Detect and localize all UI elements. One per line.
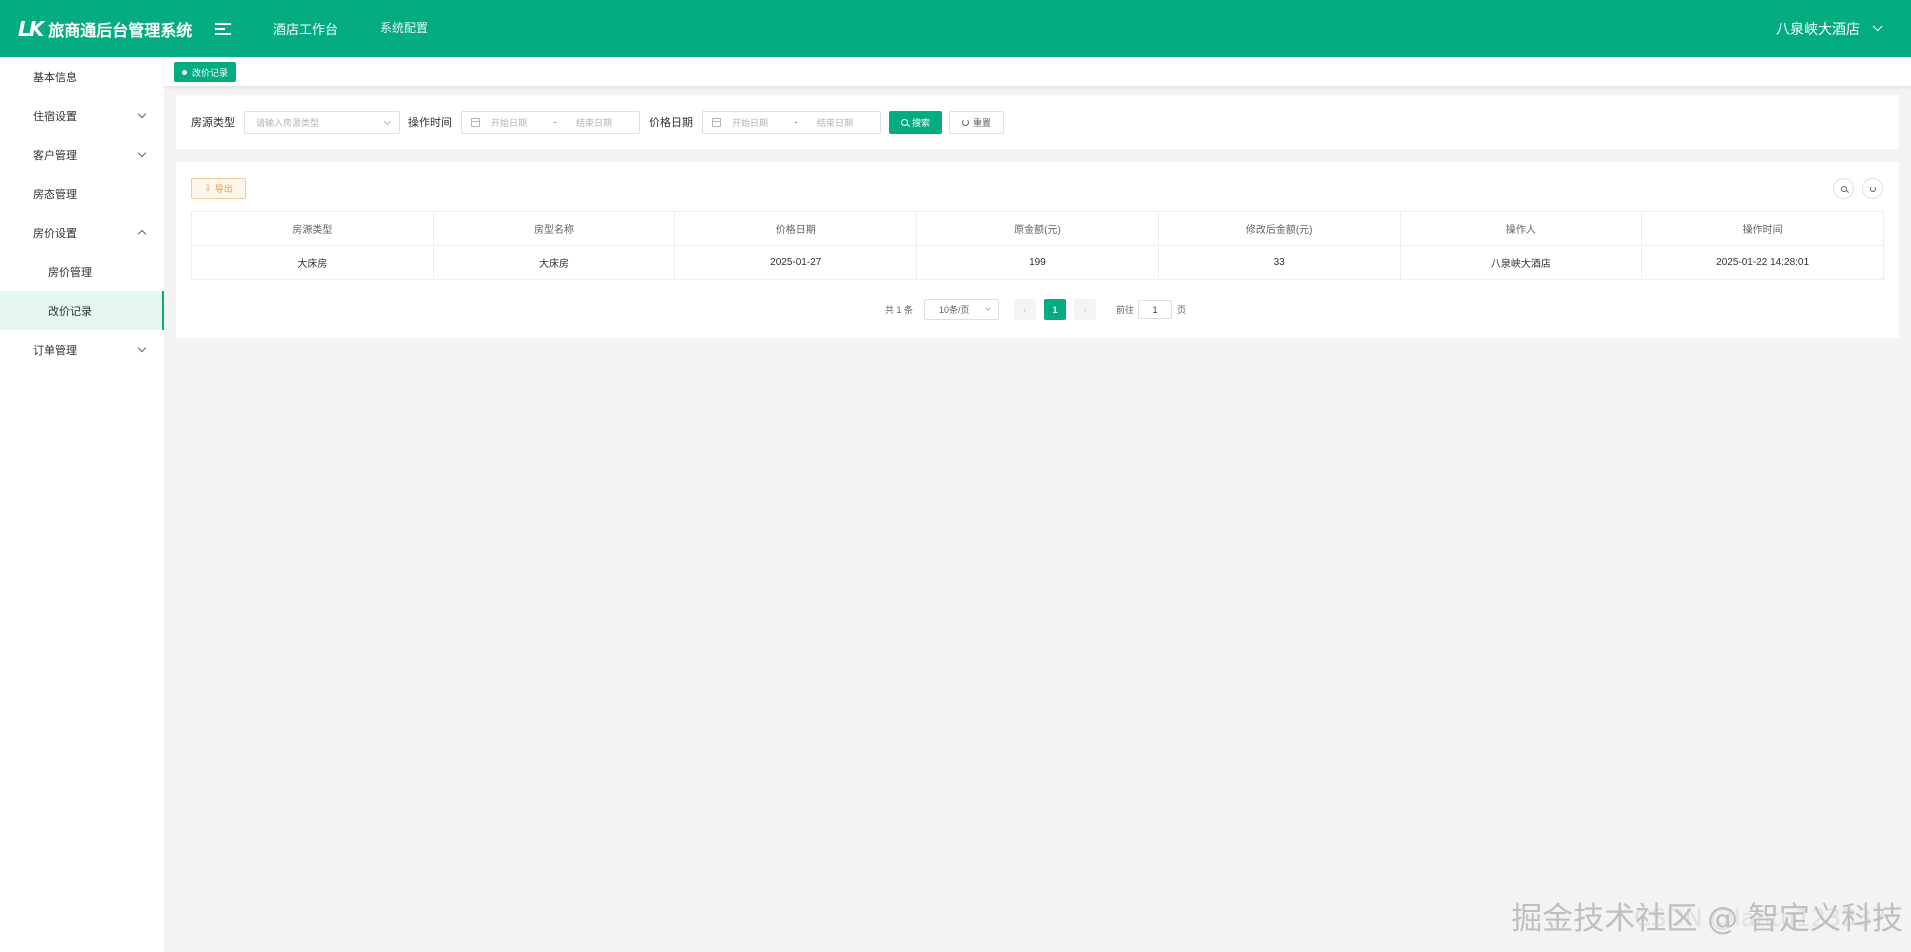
sidebar-item-label: 房价管理 bbox=[48, 266, 92, 279]
page-size-value: 10条/页 bbox=[939, 305, 970, 315]
sidebar-item-basic-info[interactable]: 基本信息 bbox=[0, 57, 164, 96]
reset-button-label: 重置 bbox=[973, 117, 992, 128]
refresh-icon bbox=[962, 118, 970, 126]
column-header: 原金额(元) bbox=[916, 211, 1159, 246]
page-number-current[interactable]: 1 bbox=[1044, 299, 1067, 320]
calendar-icon bbox=[471, 117, 480, 127]
column-header: 操作时间 bbox=[1641, 211, 1884, 246]
table-cell: 八泉峡大酒店 bbox=[1399, 245, 1643, 280]
prev-page-button[interactable]: ‹ bbox=[1014, 299, 1037, 320]
end-date-placeholder[interactable]: 结束日期 bbox=[576, 116, 612, 129]
sidebar-item-order-management[interactable]: 订单管理 bbox=[0, 330, 164, 369]
sidebar-item-label: 房态管理 bbox=[33, 188, 77, 201]
toggle-search-button[interactable] bbox=[1833, 178, 1854, 199]
search-icon bbox=[901, 118, 908, 126]
tab-label: 改价记录 bbox=[192, 67, 229, 78]
search-icon bbox=[1840, 185, 1847, 192]
table-panel: ⇩ 导出 房源类型 房型名称 价格日期 原金额(元) 修改后金额(元) 操作人 … bbox=[176, 162, 1899, 338]
room-type-label: 房源类型 bbox=[191, 117, 235, 129]
top-nav: 酒店工作台 系统配置 bbox=[273, 19, 470, 38]
sidebar-item-price-change-log[interactable]: 改价记录 bbox=[0, 291, 164, 330]
column-header: 价格日期 bbox=[674, 211, 918, 246]
search-button[interactable]: 搜索 bbox=[889, 110, 943, 134]
page-jump-input[interactable] bbox=[1138, 300, 1173, 319]
sidebar-item-price-management[interactable]: 房价管理 bbox=[0, 252, 164, 291]
top-header: LK 旅商通后台管理系统 酒店工作台 系统配置 八泉峡大酒店 bbox=[0, 0, 1911, 57]
price-date-label: 价格日期 bbox=[649, 117, 693, 129]
start-date-placeholder[interactable]: 开始日期 bbox=[491, 116, 546, 129]
chevron-down-icon bbox=[383, 117, 392, 125]
sidebar-item-label: 改价记录 bbox=[48, 305, 92, 318]
sidebar-item-lodging-settings[interactable]: 住宿设置 bbox=[0, 96, 164, 135]
room-type-select[interactable]: 请输入房源类型 bbox=[244, 110, 400, 134]
table-cell: 33 bbox=[1157, 245, 1401, 280]
sidebar: 基本信息 住宿设置 客户管理 房态管理 房价设置 房价管理 改价记录 订单管理 bbox=[0, 57, 164, 952]
room-type-placeholder: 请输入房源类型 bbox=[256, 117, 320, 128]
sidebar-item-label: 房价设置 bbox=[33, 227, 77, 240]
operation-time-label: 操作时间 bbox=[408, 117, 452, 129]
column-header: 房源类型 bbox=[191, 211, 434, 246]
pagination: 共 1 条 10条/页 ‹ 1 › 前往 页 bbox=[885, 299, 1186, 320]
export-button[interactable]: ⇩ 导出 bbox=[191, 178, 246, 199]
nav-system-config[interactable]: 系统配置 bbox=[380, 19, 428, 38]
chevron-left-icon: ‹ bbox=[1023, 304, 1027, 315]
total-count: 共 1 条 bbox=[885, 305, 914, 315]
page-size-select[interactable]: 10条/页 bbox=[924, 299, 1000, 320]
sidebar-item-label: 客户管理 bbox=[33, 149, 77, 162]
logo-mark: LK bbox=[18, 16, 44, 41]
chevron-down-icon bbox=[985, 305, 991, 311]
sidebar-item-label: 订单管理 bbox=[33, 344, 77, 357]
chevron-right-icon: › bbox=[1083, 304, 1087, 315]
refresh-button[interactable] bbox=[1862, 178, 1883, 199]
tags-view: 改价记录 bbox=[164, 57, 1911, 87]
range-separator: - bbox=[553, 117, 557, 127]
chevron-down-icon bbox=[137, 343, 147, 353]
end-date-placeholder[interactable]: 结束日期 bbox=[817, 116, 853, 129]
sidebar-item-customer-management[interactable]: 客户管理 bbox=[0, 135, 164, 174]
app-title: 旅商通后台管理系统 bbox=[48, 22, 193, 40]
download-icon: ⇩ bbox=[204, 183, 212, 193]
logo[interactable]: LK 旅商通后台管理系统 bbox=[18, 17, 198, 41]
refresh-icon bbox=[1869, 185, 1876, 192]
table-header-row: 房源类型 房型名称 价格日期 原金额(元) 修改后金额(元) 操作人 操作时间 bbox=[191, 211, 1884, 246]
price-date-range[interactable]: 开始日期 - 结束日期 bbox=[702, 110, 881, 134]
column-header: 操作人 bbox=[1399, 211, 1643, 246]
chevron-down-icon bbox=[137, 109, 147, 119]
tab-price-change-log[interactable]: 改价记录 bbox=[174, 62, 237, 82]
range-separator: - bbox=[794, 117, 798, 127]
table-row[interactable]: 大床房 大床房 2025-01-27 199 33 八泉峡大酒店 2025-01… bbox=[191, 245, 1884, 280]
operation-time-range[interactable]: 开始日期 - 结束日期 bbox=[461, 110, 640, 134]
sidebar-item-label: 住宿设置 bbox=[33, 110, 77, 123]
chevron-down-icon bbox=[137, 148, 147, 158]
goto-label: 前往 bbox=[1116, 305, 1135, 315]
table-cell: 2025-01-27 bbox=[674, 245, 918, 280]
table-cell: 大床房 bbox=[191, 245, 434, 280]
chevron-down-icon bbox=[1872, 21, 1883, 32]
search-form: 房源类型 请输入房源类型 操作时间 开始日期 - 结束日期 价格日期 开始日期 … bbox=[176, 95, 1899, 149]
search-button-label: 搜索 bbox=[912, 117, 931, 128]
sidebar-item-label: 基本信息 bbox=[33, 71, 77, 84]
table-cell: 2025-01-22 14:28:01 bbox=[1641, 245, 1884, 280]
sidebar-item-room-status[interactable]: 房态管理 bbox=[0, 174, 164, 213]
menu-fold-icon[interactable] bbox=[215, 20, 233, 38]
page-unit-label: 页 bbox=[1177, 305, 1187, 315]
next-page-button[interactable]: › bbox=[1074, 299, 1097, 320]
column-header: 修改后金额(元) bbox=[1157, 211, 1401, 246]
sidebar-item-price-settings[interactable]: 房价设置 bbox=[0, 213, 164, 252]
chevron-up-icon bbox=[137, 229, 147, 239]
table-cell: 199 bbox=[916, 245, 1159, 280]
reset-button[interactable]: 重置 bbox=[949, 110, 1005, 134]
price-change-table: 房源类型 房型名称 价格日期 原金额(元) 修改后金额(元) 操作人 操作时间 … bbox=[191, 211, 1884, 280]
watermark: 掘金技术社区 @ 智定义科技 bbox=[1511, 901, 1903, 937]
table-cell: 大床房 bbox=[432, 245, 676, 280]
calendar-icon bbox=[712, 117, 721, 127]
nav-hotel-workbench[interactable]: 酒店工作台 bbox=[273, 19, 338, 38]
export-button-label: 导出 bbox=[214, 184, 233, 194]
active-dot-icon bbox=[182, 69, 187, 75]
user-name: 八泉峡大酒店 bbox=[1776, 20, 1860, 37]
start-date-placeholder[interactable]: 开始日期 bbox=[732, 116, 787, 129]
column-header: 房型名称 bbox=[432, 211, 676, 246]
user-dropdown[interactable]: 八泉峡大酒店 bbox=[1776, 0, 1883, 57]
